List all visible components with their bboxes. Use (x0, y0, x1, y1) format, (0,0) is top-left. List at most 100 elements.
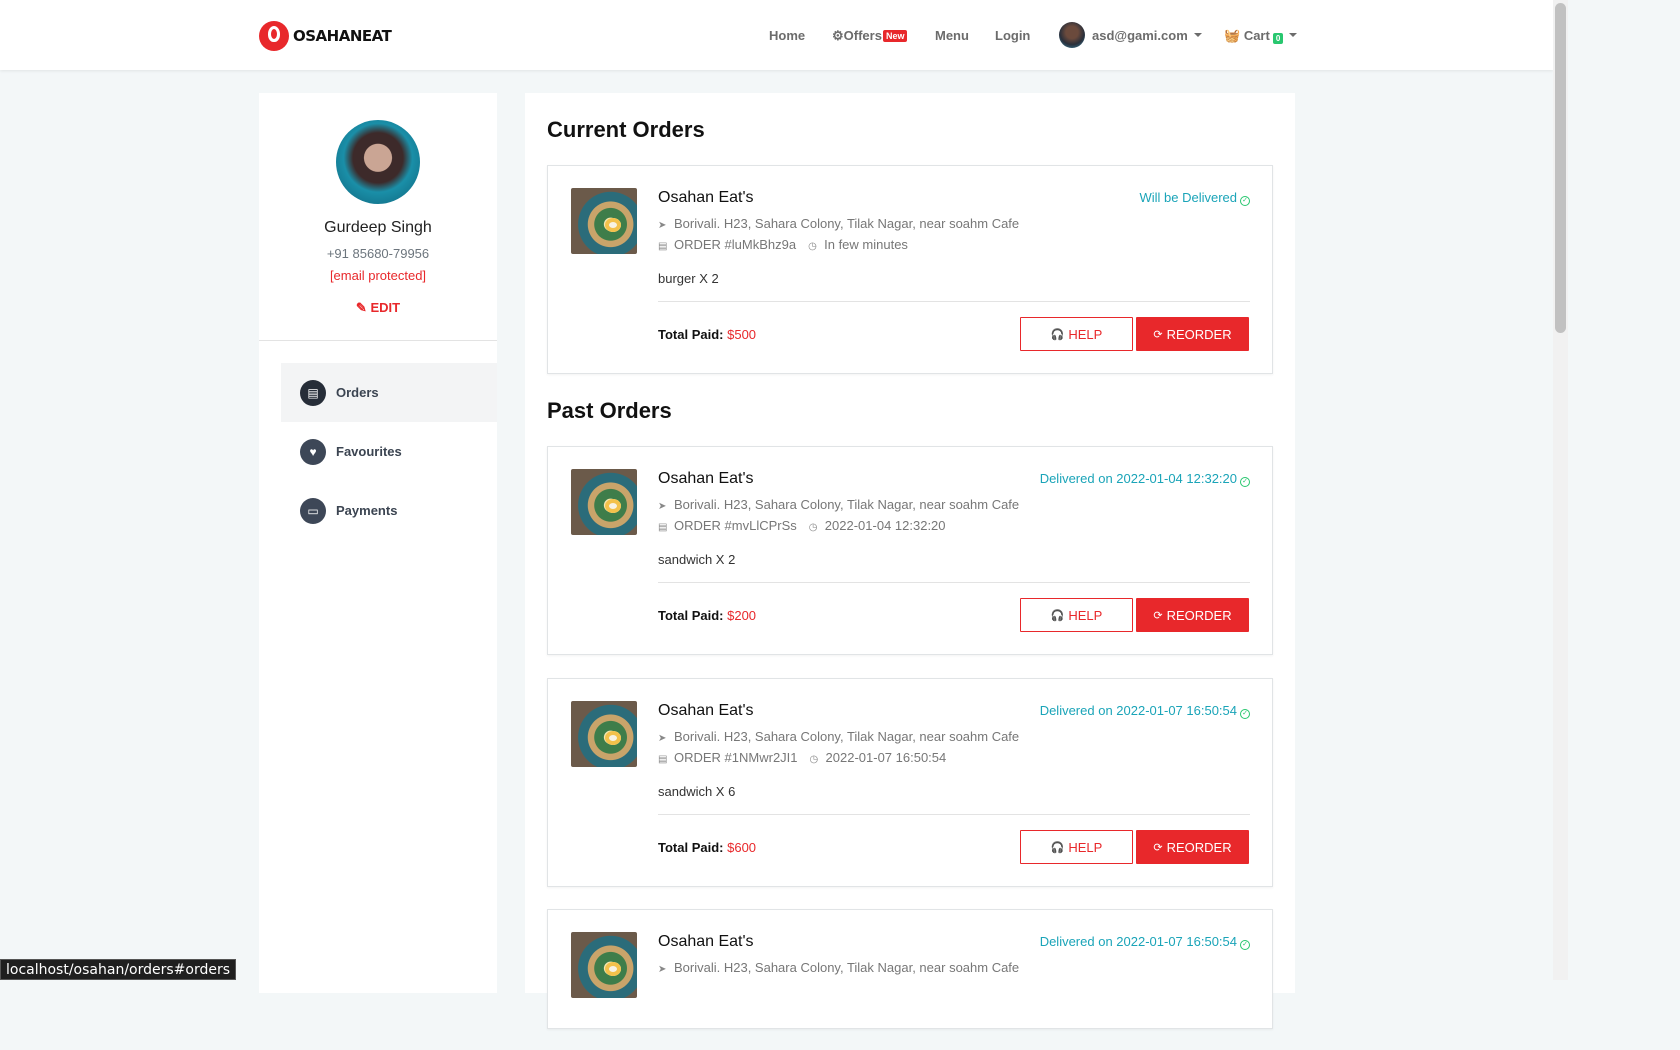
profile-email[interactable]: [email protected] (259, 268, 497, 283)
total-amount: $500 (727, 327, 757, 342)
order-id: ORDER #luMkBhz9a (674, 237, 797, 252)
order-status: Will be Delivered ✓ (1139, 190, 1250, 206)
page-scrollbar[interactable] (1553, 0, 1568, 980)
heart-icon: ♥ (300, 438, 326, 465)
reorder-button[interactable]: ⟳ REORDER (1136, 598, 1249, 632)
order-items: burger X 2 (658, 271, 719, 286)
user-avatar[interactable] (1059, 22, 1085, 48)
sidebar-item-favourites[interactable]: ♥ Favourites (281, 422, 497, 481)
nav-cart-label: Cart (1243, 28, 1270, 43)
nav-account-dropdown[interactable]: asd@gami.com (1092, 28, 1202, 43)
location-arrow-icon: ➤ (658, 501, 667, 512)
divider (658, 814, 1250, 815)
check-circle-icon: ✓ (1240, 196, 1250, 206)
sidebar-item-label: Orders (336, 385, 379, 400)
order-address-text: Borivali. H23, Sahara Colony, Tilak Naga… (674, 729, 1020, 744)
order-status-text: Delivered on 2022-01-04 12:32:20 (1039, 471, 1237, 486)
order-card: Osahan Eat's Delivered on 2022-01-07 16:… (547, 909, 1273, 1029)
profile-sidebar: Gurdeep Singh +91 85680-79956 [email pro… (259, 93, 497, 993)
divider (259, 340, 497, 341)
refresh-icon: ⟳ (1153, 841, 1163, 854)
clock-icon: ◷ (809, 754, 819, 765)
order-items: sandwich X 6 (658, 784, 736, 799)
location-arrow-icon: ➤ (658, 964, 667, 975)
food-image (571, 469, 637, 535)
sidebar-item-orders[interactable]: ▤ Orders (281, 363, 497, 422)
total-label: Total Paid: (658, 840, 724, 855)
help-label: HELP (1068, 326, 1103, 342)
cart-count-badge: 0 (1272, 33, 1284, 44)
order-address-text: Borivali. H23, Sahara Colony, Tilak Naga… (674, 960, 1020, 975)
nav-login[interactable]: Login (995, 28, 1030, 43)
order-total: Total Paid: $500 (658, 327, 756, 342)
order-card: Osahan Eat's Delivered on 2022-01-04 12:… (547, 446, 1273, 655)
order-status: Delivered on 2022-01-07 16:50:54 ✓ (1040, 934, 1250, 950)
total-label: Total Paid: (658, 608, 724, 623)
sidebar-item-label: Payments (336, 503, 398, 518)
order-status-text: Delivered on 2022-01-07 16:50:54 (1039, 703, 1237, 718)
credit-card-icon: ▭ (300, 497, 326, 524)
order-card: Osahan Eat's Will be Delivered ✓ ➤ Borival… (547, 165, 1273, 374)
order-card: Osahan Eat's Delivered on 2022-01-07 16:… (547, 678, 1273, 887)
edit-profile-button[interactable]: ✎ EDIT (259, 300, 497, 316)
restaurant-name[interactable]: Osahan Eat's (658, 702, 754, 720)
order-address: ➤ Borivali. H23, Sahara Colony, Tilak Nag… (658, 729, 1019, 744)
headphones-icon: 🎧 (1050, 841, 1065, 854)
check-circle-icon: ✓ (1240, 940, 1250, 950)
receipt-icon: ▤ (658, 522, 668, 533)
offers-icon: ⚙ (832, 28, 844, 43)
sidebar-item-payments[interactable]: ▭ Payments (281, 481, 497, 540)
headphones-icon: 🎧 (1050, 328, 1065, 341)
refresh-icon: ⟳ (1153, 328, 1163, 341)
order-address: ➤ Borivali. H23, Sahara Colony, Tilak Nag… (658, 216, 1019, 231)
order-address: ➤ Borivali. H23, Sahara Colony, Tilak Nag… (658, 497, 1019, 512)
help-button[interactable]: 🎧 HELP (1020, 317, 1133, 351)
reorder-button[interactable]: ⟳ REORDER (1136, 317, 1249, 351)
order-address-text: Borivali. H23, Sahara Colony, Tilak Naga… (674, 497, 1020, 512)
order-meta: ▤ ORDER #luMkBhz9a ◷ In few minutes (658, 237, 908, 252)
nav-cart-dropdown[interactable]: 🧺 Cart 0 (1224, 28, 1298, 44)
order-time: 2022-01-04 12:32:20 (824, 518, 946, 533)
clock-icon: ◷ (808, 241, 817, 252)
store-icon: ▤ (300, 379, 326, 406)
order-address: ➤ Borivali. H23, Sahara Colony, Tilak Nag… (658, 960, 1019, 975)
clock-icon: ◷ (808, 522, 818, 533)
reorder-label: REORDER (1166, 839, 1232, 855)
receipt-icon: ▤ (658, 754, 668, 765)
order-meta: ▤ ORDER #mvLlCPrSs ◷ 2022-01-04 12:32:20 (658, 518, 946, 533)
restaurant-name[interactable]: Osahan Eat's (658, 470, 754, 488)
nav-offers[interactable]: ⚙Offers New (832, 28, 908, 44)
edit-label: EDIT (370, 300, 401, 315)
help-button[interactable]: 🎧 HELP (1020, 598, 1133, 632)
food-image (571, 188, 637, 254)
order-status-text: Will be Delivered (1139, 190, 1237, 205)
divider (658, 582, 1250, 583)
chevron-down-icon (1193, 33, 1202, 37)
food-image (571, 701, 637, 767)
help-label: HELP (1068, 839, 1103, 855)
restaurant-name[interactable]: Osahan Eat's (658, 933, 754, 951)
refresh-icon: ⟳ (1153, 609, 1163, 622)
check-circle-icon: ✓ (1240, 709, 1250, 719)
divider (658, 301, 1250, 302)
restaurant-name[interactable]: Osahan Eat's (658, 189, 754, 207)
scrollbar-thumb[interactable] (1555, 3, 1566, 333)
browser-status-url: localhost/osahan/orders#orders (0, 959, 237, 980)
help-label: HELP (1068, 607, 1103, 623)
check-circle-icon: ✓ (1240, 477, 1250, 487)
reorder-button[interactable]: ⟳ REORDER (1136, 830, 1249, 864)
reorder-label: REORDER (1166, 326, 1232, 342)
order-total: Total Paid: $600 (658, 840, 756, 855)
past-orders-title: Past Orders (547, 398, 672, 423)
food-image (571, 932, 637, 998)
profile-phone: +91 85680-79956 (326, 246, 430, 261)
account-email: asd@gami.com (1092, 28, 1188, 43)
order-id: ORDER #1NMwr2JI1 (674, 750, 798, 765)
total-label: Total Paid: (658, 327, 724, 342)
nav-home[interactable]: Home (769, 28, 805, 43)
chevron-down-icon (1289, 33, 1298, 37)
nav-menu[interactable]: Menu (935, 28, 969, 43)
total-amount: $600 (727, 840, 757, 855)
help-button[interactable]: 🎧 HELP (1020, 830, 1133, 864)
orders-panel: Current Orders Osahan Eat's Will be Deli… (525, 93, 1295, 1029)
